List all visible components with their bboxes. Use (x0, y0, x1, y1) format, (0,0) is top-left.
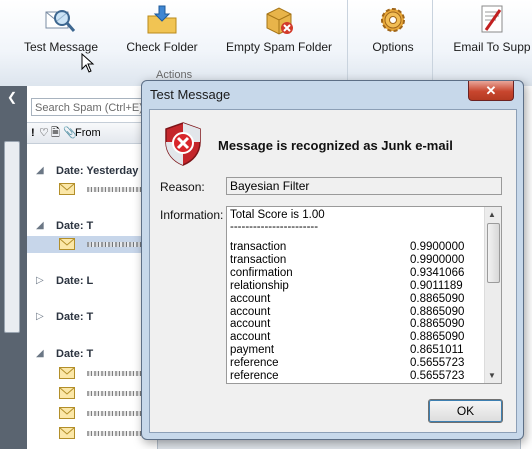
ribbon-separator (432, 0, 433, 86)
envelope-icon (59, 407, 75, 419)
reason-label: Reason: (160, 180, 205, 194)
score-value: 0.9900000 (410, 253, 465, 266)
scroll-up-arrow-icon[interactable]: ▲ (488, 210, 496, 219)
score-value: 0.9900000 (410, 241, 465, 253)
message-list-pane: Search Spam (Ctrl+E) ! ♡ 🗎 📎 From ◢ Date… (27, 86, 158, 449)
score-value: 0.5655723 (410, 357, 465, 370)
score-row: reference 0.5655723 (230, 370, 464, 383)
search-input[interactable]: Search Spam (Ctrl+E) (31, 98, 153, 116)
score-word: reference (230, 370, 279, 382)
dialog-title: Test Message (150, 87, 231, 102)
ribbon-toolbar: Test Message Check Folder Empty Spam Fol… (0, 0, 532, 87)
score-row: account 0.8865090 (230, 318, 464, 331)
score-word: payment (230, 344, 275, 357)
empty-spam-folder-button[interactable]: Empty Spam Folder (226, 4, 332, 54)
list-item[interactable] (27, 365, 157, 382)
column-header: ! ♡ 🗎 📎 From (27, 122, 157, 144)
score-row: transaction 0.9900000 (230, 241, 464, 254)
shield-error-icon (165, 122, 201, 166)
score-word: account (230, 318, 271, 331)
mouse-cursor-icon (81, 53, 95, 73)
score-value: 0.9341066 (410, 266, 465, 279)
list-item[interactable] (27, 425, 157, 442)
reason-field: Bayesian Filter (226, 177, 502, 195)
collapsed-triangle-icon[interactable]: ▷ (36, 272, 44, 290)
collapse-chevron-icon[interactable]: ❮ (7, 90, 17, 104)
score-value: 0.8865090 (410, 331, 465, 344)
expand-triangle-icon[interactable]: ◢ (36, 162, 44, 180)
test-message-button[interactable]: Test Message (24, 4, 99, 54)
empty-spam-folder-label: Empty Spam Folder (226, 40, 333, 54)
score-value: 0.8865090 (410, 318, 465, 331)
scroll-down-arrow-icon[interactable]: ▼ (488, 371, 496, 380)
group-header[interactable]: ◢ Date: Yesterday (27, 162, 157, 180)
score-word: relationship (230, 279, 289, 292)
group-header[interactable]: ◢ Date: T (27, 345, 157, 363)
close-button[interactable]: ✕ (468, 81, 514, 101)
information-label: Information: (160, 208, 224, 222)
score-word: transaction (230, 241, 287, 253)
score-value: 0.5655723 (410, 370, 465, 382)
gear-icon (381, 8, 405, 32)
expand-triangle-icon[interactable]: ◢ (36, 345, 44, 363)
envelope-icon (59, 387, 75, 399)
check-folder-button[interactable]: Check Folder (124, 4, 200, 54)
reminder-column-icon[interactable]: ♡ (39, 123, 49, 143)
options-label: Options (372, 40, 414, 54)
list-item-selected[interactable] (27, 236, 157, 253)
options-button[interactable]: Options (367, 4, 419, 54)
email-to-support-button[interactable]: Email To Supp (452, 4, 532, 54)
envelope-icon (59, 427, 75, 439)
score-row: reference 0.5655723 (230, 357, 464, 370)
score-row: relationship 0.9011189 (230, 279, 463, 293)
empty-spam-box-icon (266, 7, 293, 35)
magnifier-mail-icon (45, 10, 76, 32)
envelope-icon (59, 183, 75, 195)
score-row: confirmation 0.9341066 (230, 266, 464, 280)
score-row: account 0.8865090 (230, 331, 464, 344)
group-header[interactable]: ▷ Date: T (27, 308, 157, 326)
folder-down-arrow-icon (147, 5, 177, 34)
ribbon-separator (347, 0, 348, 86)
collapsed-triangle-icon[interactable]: ▷ (36, 308, 44, 326)
verdict-heading: Message is recognized as Junk e-mail (218, 138, 453, 153)
test-message-label: Test Message (24, 40, 99, 54)
dialog-body: Message is recognized as Junk e-mail Rea… (149, 109, 517, 433)
group-header[interactable]: ▷ Date: L (27, 272, 157, 290)
email-support-icon (481, 5, 503, 33)
score-word: reference (230, 357, 279, 370)
score-value: 0.9011189 (410, 279, 463, 292)
score-value: 0.8865090 (410, 292, 465, 305)
list-item[interactable] (27, 181, 157, 198)
score-row: account 0.8865090 (230, 292, 464, 306)
test-message-dialog: Test Message ✕ Message is recognized as … (141, 80, 524, 440)
expand-triangle-icon[interactable]: ◢ (36, 217, 44, 235)
list-item[interactable] (27, 405, 157, 422)
score-row: payment 0.8651011 (230, 344, 464, 357)
score-row: transaction 0.9900000 (230, 253, 464, 267)
envelope-icon (59, 367, 75, 379)
email-to-support-label: Email To Supp (453, 40, 531, 54)
score-word: account (230, 305, 271, 318)
score-word: confirmation (230, 266, 293, 279)
nav-scrollbar[interactable] (4, 141, 20, 333)
score-word: account (230, 292, 271, 305)
importance-column-icon[interactable]: ! (31, 123, 35, 143)
envelope-icon (59, 238, 75, 250)
check-folder-label: Check Folder (126, 40, 198, 54)
document-column-icon[interactable]: 🗎 (51, 123, 60, 143)
score-word: account (230, 331, 271, 344)
from-column-header[interactable]: From (75, 123, 101, 143)
ok-button[interactable]: OK (428, 399, 503, 423)
score-word: transaction (230, 253, 287, 266)
group-header[interactable]: ◢ Date: T (27, 217, 157, 235)
scroll-thumb[interactable] (487, 223, 500, 283)
score-value: 0.8865090 (410, 305, 465, 318)
list-item[interactable] (27, 385, 157, 402)
score-value: 0.8651011 (410, 344, 464, 357)
score-row: account 0.8865090 (230, 305, 464, 319)
separator-line: ----------------------- (230, 221, 319, 233)
information-textbox[interactable]: Total Score is 1.00 --------------------… (226, 206, 502, 384)
info-scrollbar[interactable]: ▲ ▼ (484, 207, 501, 383)
